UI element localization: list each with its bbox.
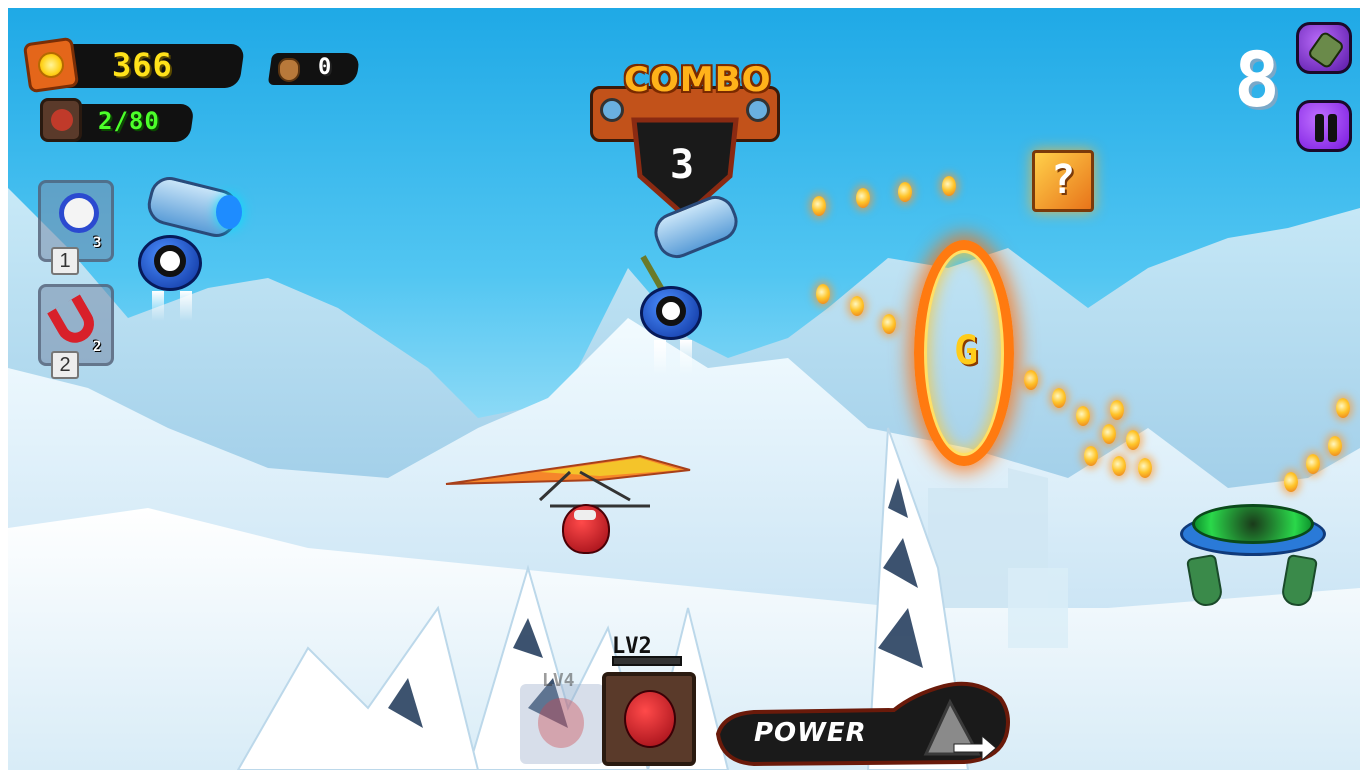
active-level-progress <box>612 656 682 666</box>
coin <box>856 188 870 208</box>
coin <box>850 296 864 316</box>
coin <box>1110 400 1124 420</box>
mystery-box: ? <box>1032 150 1094 212</box>
power-button[interactable]: POWER <box>714 674 1014 768</box>
coin <box>898 182 912 202</box>
pause-icon <box>1313 114 1339 142</box>
coin <box>1336 398 1350 418</box>
coin <box>1328 436 1342 456</box>
coin <box>1306 454 1320 474</box>
character-portrait <box>538 698 584 748</box>
distance-counter: 8 <box>1234 35 1280 124</box>
character-portrait <box>624 690 676 748</box>
coin <box>1084 446 1098 466</box>
coin-trail <box>8 8 1360 770</box>
cannon-button[interactable] <box>1296 22 1352 74</box>
character-slot-active[interactable] <box>602 672 696 766</box>
power-button-label: POWER <box>754 718 867 748</box>
coin <box>816 284 830 304</box>
coin <box>1138 458 1152 478</box>
locked-level-label: LV4 <box>542 670 575 691</box>
coin <box>812 196 826 216</box>
character-slot-locked[interactable]: LV4 <box>520 670 604 764</box>
player-hang-glider <box>440 450 700 560</box>
pause-button[interactable] <box>1296 100 1352 152</box>
coin <box>1052 388 1066 408</box>
coin <box>1112 456 1126 476</box>
coin <box>882 314 896 334</box>
coin <box>1126 430 1140 450</box>
coin <box>1102 424 1116 444</box>
fire-ring: G <box>910 236 1022 472</box>
coin <box>1024 370 1038 390</box>
game-stage[interactable]: 366 0 2/80 3 1 2 2 COMBO 3 ? G 8 LV4 LV2… <box>8 8 1360 770</box>
mystery-box-symbol: ? <box>1050 157 1076 203</box>
coin <box>942 176 956 196</box>
cannon-icon <box>1306 30 1346 70</box>
bounce-pad <box>1180 504 1326 614</box>
coin <box>1076 406 1090 426</box>
coin <box>1284 472 1298 492</box>
ring-letter: G <box>953 328 979 374</box>
